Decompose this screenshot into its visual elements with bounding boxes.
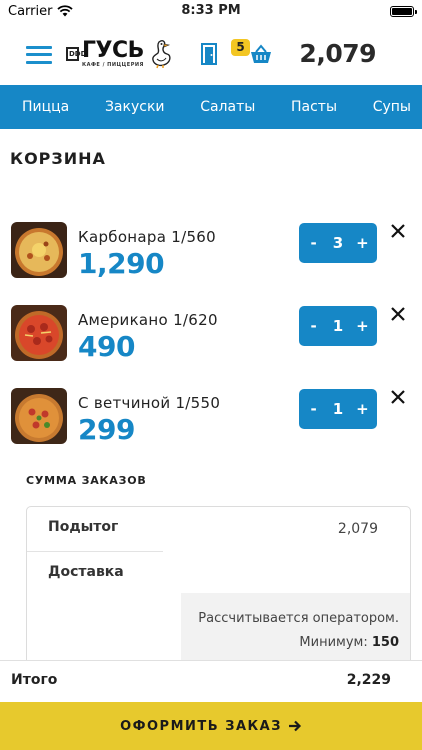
increase-button[interactable]: + <box>352 317 372 335</box>
checkout-button[interactable]: ОФОРМИТЬ ЗАКАЗ <box>0 702 422 750</box>
quantity-value: 3 <box>332 234 344 252</box>
decrease-button[interactable]: - <box>304 400 324 418</box>
delivery-label: Доставка <box>48 564 124 580</box>
cart-item: С ветчиной 1/550 299 - 1 + <box>0 388 422 448</box>
summary-box: Подытог 2,079 Доставка Рассчитывается оп… <box>26 506 411 666</box>
quantity-stepper: - 1 + <box>299 389 377 429</box>
cart-item: Американо 1/620 490 - 1 + <box>0 305 422 365</box>
minimum-label: Минимум: <box>299 635 368 650</box>
product-name: Карбонара 1/560 <box>78 228 216 246</box>
total-value: 2,229 <box>346 672 391 688</box>
header-cart-total: 2,079 <box>299 39 376 68</box>
menu-icon[interactable] <box>26 45 52 64</box>
app-header: DDD ГУСЬ КАФЕ / ПИЦЦЕРИЯ 5 2,079 <box>0 22 422 85</box>
delivery-minimum: Минимум: 150 <box>181 631 399 655</box>
logo[interactable]: DDD ГУСЬ КАФЕ / ПИЦЦЕРИЯ <box>66 39 173 69</box>
arrow-right-icon <box>288 720 301 732</box>
logo-subtitle: КАФЕ / ПИЦЦЕРИЯ <box>82 61 144 68</box>
summary-title: СУММА ЗАКАЗОВ <box>26 474 147 487</box>
status-time: 8:33 PM <box>181 3 241 18</box>
cart-button[interactable]: 5 <box>231 38 272 69</box>
delivery-note-text: Рассчитывается оператором. <box>198 611 399 626</box>
summary-divider <box>27 551 163 552</box>
quantity-value: 1 <box>332 400 344 418</box>
product-price: 299 <box>78 413 135 446</box>
subtotal-label: Подытог <box>48 519 119 535</box>
product-name: Американо 1/620 <box>78 311 218 329</box>
remove-icon[interactable] <box>389 222 407 240</box>
page-title: КОРЗИНА <box>10 149 106 168</box>
goose-logo-icon <box>152 39 171 68</box>
checkout-label: ОФОРМИТЬ ЗАКАЗ <box>120 718 282 734</box>
cart-item: Карбонара 1/560 1,290 - 3 + <box>0 222 422 282</box>
quantity-value: 1 <box>332 317 344 335</box>
remove-icon[interactable] <box>389 388 407 406</box>
increase-button[interactable]: + <box>352 234 372 252</box>
login-door-icon[interactable] <box>201 42 218 65</box>
logo-badge: DDD <box>66 46 86 61</box>
product-image <box>11 222 67 278</box>
product-image <box>11 305 67 361</box>
basket-icon <box>251 43 272 63</box>
total-label: Итого <box>11 672 58 688</box>
delivery-note: Рассчитывается оператором. Минимум: 150 <box>181 593 410 665</box>
quantity-stepper: - 3 + <box>299 223 377 263</box>
logo-name: ГУСЬ <box>82 37 144 63</box>
nav-item-pizza[interactable]: Пицца <box>22 99 69 115</box>
product-image <box>11 388 67 444</box>
product-price: 490 <box>78 330 135 363</box>
remove-icon[interactable] <box>389 305 407 323</box>
nav-item-salads[interactable]: Салаты <box>200 99 255 115</box>
nav-item-snacks[interactable]: Закуски <box>105 99 165 115</box>
decrease-button[interactable]: - <box>304 234 324 252</box>
quantity-stepper: - 1 + <box>299 306 377 346</box>
product-name: С ветчиной 1/550 <box>78 394 221 412</box>
increase-button[interactable]: + <box>352 400 372 418</box>
nav-item-soups[interactable]: Супы <box>373 99 411 115</box>
nav-item-pasta[interactable]: Пасты <box>291 99 337 115</box>
minimum-value: 150 <box>371 635 399 650</box>
decrease-button[interactable]: - <box>304 317 324 335</box>
subtotal-value: 2,079 <box>337 521 378 537</box>
category-nav: Пицца Закуски Салаты Пасты Супы <box>0 85 422 129</box>
product-price: 1,290 <box>78 247 165 280</box>
total-bar: Итого 2,229 <box>0 660 422 702</box>
cart-count-badge: 5 <box>231 38 250 56</box>
